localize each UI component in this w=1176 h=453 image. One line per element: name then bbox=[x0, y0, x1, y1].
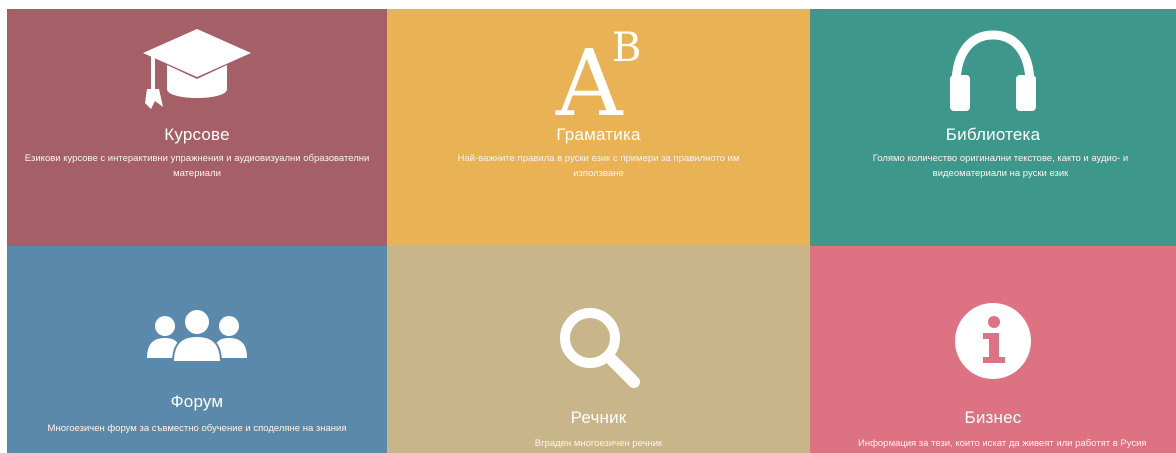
tile-description: Многоезичен форум за съвместно обучение … bbox=[47, 423, 347, 434]
tile-title: Библиотека bbox=[945, 125, 1041, 144]
graduation-cap-icon bbox=[141, 27, 253, 116]
tile-title: Форум bbox=[170, 392, 224, 411]
tile-description: Най-важните правила в руски език с приме… bbox=[457, 153, 740, 179]
tile-dictionary[interactable]: Речник Вграден многоезичен речник bbox=[387, 246, 810, 453]
tile-description: Езикови курсове с интерактивни упражнени… bbox=[24, 153, 370, 179]
tile-grammar[interactable]: A B Граматика Най-важните правила в руск… bbox=[387, 9, 810, 246]
tile-title: Речник bbox=[570, 408, 627, 427]
letters-ab-icon: A B bbox=[554, 21, 644, 137]
grammar-icon-letter-b: B bbox=[612, 25, 641, 71]
tile-description: Вграден многоезичен речник bbox=[534, 438, 663, 449]
tile-library[interactable]: Библиотека Голямо количество оригинални … bbox=[810, 9, 1176, 246]
feature-grid: Курсове Езикови курсове с интерактивни у… bbox=[7, 9, 1176, 453]
tile-business[interactable]: Бизнес Информация за тези, които искат д… bbox=[810, 246, 1176, 453]
headphones-icon bbox=[948, 29, 1038, 118]
tile-title: Бизнес bbox=[964, 408, 1022, 427]
tile-description: Информация за тези, които искат да живея… bbox=[858, 438, 1147, 449]
tile-courses[interactable]: Курсове Езикови курсове с интерактивни у… bbox=[7, 9, 387, 246]
tile-forum[interactable]: Форум Многоезичен форум за съвместно обу… bbox=[7, 246, 387, 453]
info-icon bbox=[955, 303, 1031, 384]
tile-title: Граматика bbox=[556, 125, 641, 144]
tile-description: Голямо количество оригинални текстове, к… bbox=[872, 153, 1129, 179]
tile-title: Курсове bbox=[164, 125, 230, 144]
users-group-icon bbox=[145, 308, 249, 369]
magnifier-icon bbox=[556, 304, 642, 395]
